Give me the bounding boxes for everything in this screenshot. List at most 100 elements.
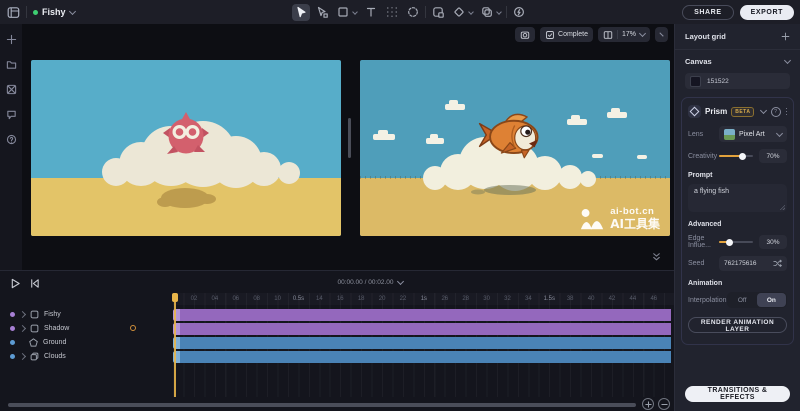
app-window: Fishy xyxy=(0,0,800,411)
boolean-shapes-tool[interactable] xyxy=(478,4,496,21)
layer-row-fishy[interactable]: Fishy xyxy=(0,307,173,321)
edge-influence-row: Edge Influe... 30% xyxy=(688,235,787,249)
transitions-effects-button[interactable]: TRANSITIONS & EFFECTS xyxy=(685,386,790,402)
track-bar-shadow[interactable] xyxy=(173,323,671,335)
render-animation-layer-button[interactable]: RENDER ANIMATION LAYER xyxy=(688,317,787,333)
generative-area-tool[interactable] xyxy=(404,4,422,21)
divider xyxy=(26,6,27,18)
layer-row-clouds[interactable]: Clouds xyxy=(0,349,173,363)
kebab-menu-icon[interactable] xyxy=(786,108,788,116)
watermark-cn: AI工具集 xyxy=(610,218,660,231)
keyframe-marker[interactable] xyxy=(130,325,136,331)
prompt-input[interactable]: a flying fish xyxy=(688,184,787,212)
divider xyxy=(506,6,507,18)
prism-icon xyxy=(688,105,701,118)
interpolation-off[interactable]: Off xyxy=(728,293,757,307)
select-tool[interactable] xyxy=(292,4,310,21)
layer-row-shadow[interactable]: Shadow xyxy=(0,321,173,335)
collapse-sidebar-button[interactable] xyxy=(655,27,668,42)
lens-thumbnail xyxy=(724,129,735,140)
creativity-slider[interactable] xyxy=(719,155,753,157)
playhead-handle[interactable] xyxy=(172,293,178,302)
share-button[interactable]: SHARE xyxy=(682,5,734,20)
shape-tool-chevron-icon[interactable] xyxy=(352,9,358,15)
component-tool-chevron-icon[interactable] xyxy=(468,9,474,15)
assets-button[interactable] xyxy=(6,84,17,95)
track-bar-ground[interactable] xyxy=(173,337,671,349)
snapshot-button[interactable] xyxy=(515,27,535,42)
zoom-control[interactable]: 17% xyxy=(598,27,650,42)
text-tool[interactable] xyxy=(362,4,380,21)
chevron-down-icon xyxy=(68,7,75,14)
left-rail xyxy=(0,24,22,270)
skip-to-start-button[interactable] xyxy=(29,278,40,289)
layer-list: Fishy Shadow GroundClouds xyxy=(0,307,173,363)
edge-influence-value[interactable]: 30% xyxy=(759,235,787,249)
frame-tool[interactable] xyxy=(429,4,447,21)
transform-tool[interactable] xyxy=(383,4,401,21)
comments-button[interactable] xyxy=(6,109,17,120)
actions-tool[interactable] xyxy=(510,4,528,21)
frame-original[interactable] xyxy=(31,60,341,236)
pixel-cloud xyxy=(592,154,603,158)
timeline-hscrollbar[interactable] xyxy=(8,403,636,407)
seed-input[interactable]: 762175616 xyxy=(719,256,787,271)
export-button[interactable]: EXPORT xyxy=(740,5,794,20)
add-button[interactable] xyxy=(6,34,17,45)
fish-sprite-rendered[interactable] xyxy=(472,104,548,166)
boolean-tool-chevron-icon[interactable] xyxy=(496,9,502,15)
add-layout-grid-icon[interactable] xyxy=(781,32,790,41)
canvas-color-swatch[interactable] xyxy=(690,76,701,87)
pixel-cloud xyxy=(426,138,444,144)
expand-chevron-icon[interactable] xyxy=(19,324,26,331)
project-menu[interactable]: Fishy xyxy=(33,7,75,17)
canvas-color-input[interactable]: 151522 xyxy=(685,73,790,89)
app-logo-icon[interactable] xyxy=(7,6,20,19)
help-button[interactable] xyxy=(6,134,17,145)
node-select-tool[interactable] xyxy=(313,4,331,21)
chevron-down-icon xyxy=(784,56,791,63)
component-tool[interactable] xyxy=(450,4,468,21)
fish-sprite-original[interactable] xyxy=(163,110,209,160)
canvas-scrollbar[interactable] xyxy=(348,118,351,158)
collapse-panel-icon[interactable] xyxy=(651,251,662,262)
expand-chevron-icon[interactable] xyxy=(19,352,26,359)
complete-icon xyxy=(545,30,555,40)
prism-header[interactable]: Prism BETA ? xyxy=(688,104,787,119)
shape-tool[interactable] xyxy=(334,4,352,21)
canvas-area[interactable]: Complete 17% xyxy=(22,24,674,270)
pixel-cloud xyxy=(607,112,627,118)
interpolation-on[interactable]: On xyxy=(757,293,786,307)
timecode-display[interactable]: 00:00.00 / 00:02.00 xyxy=(285,279,455,286)
play-button[interactable] xyxy=(10,278,21,289)
advanced-label: Advanced xyxy=(688,221,787,228)
interpolation-row: Interpolation Off On xyxy=(688,292,787,308)
lens-dropdown[interactable]: Pixel Art xyxy=(719,126,787,142)
layer-name: Shadow xyxy=(44,325,69,332)
creativity-row: Creativity 70% xyxy=(688,149,787,163)
complete-button[interactable]: Complete xyxy=(540,27,593,42)
pentagon-layer-icon xyxy=(29,338,38,347)
frame-rendered[interactable]: ai-bot.cn AI工具集 xyxy=(360,60,670,236)
edge-influence-label: Edge Influe... xyxy=(688,235,719,249)
track-bar-clouds[interactable] xyxy=(173,351,671,363)
complete-label: Complete xyxy=(558,31,588,38)
creativity-value[interactable]: 70% xyxy=(759,149,787,163)
files-button[interactable] xyxy=(6,59,17,70)
layer-color-dot xyxy=(10,340,15,345)
timeline-zoom-in-button[interactable] xyxy=(642,398,654,410)
transport-controls xyxy=(10,278,40,289)
playhead-line xyxy=(174,293,176,397)
zoom-value: 17% xyxy=(622,31,636,38)
track-bar-fishy[interactable] xyxy=(173,309,671,321)
edge-influence-slider[interactable] xyxy=(719,241,753,243)
timecode-value: 00:00.00 / 00:02.00 xyxy=(337,279,393,286)
expand-chevron-icon[interactable] xyxy=(19,310,26,317)
timeline-zoom-out-button[interactable] xyxy=(658,398,670,410)
layout-grid-row[interactable]: Layout grid xyxy=(675,24,800,49)
canvas-section-header[interactable]: Canvas xyxy=(675,50,800,72)
layer-row-ground[interactable]: Ground xyxy=(0,335,173,349)
chevron-down-icon[interactable] xyxy=(759,107,766,114)
help-icon[interactable]: ? xyxy=(771,107,781,117)
shuffle-seed-icon[interactable] xyxy=(773,259,782,268)
